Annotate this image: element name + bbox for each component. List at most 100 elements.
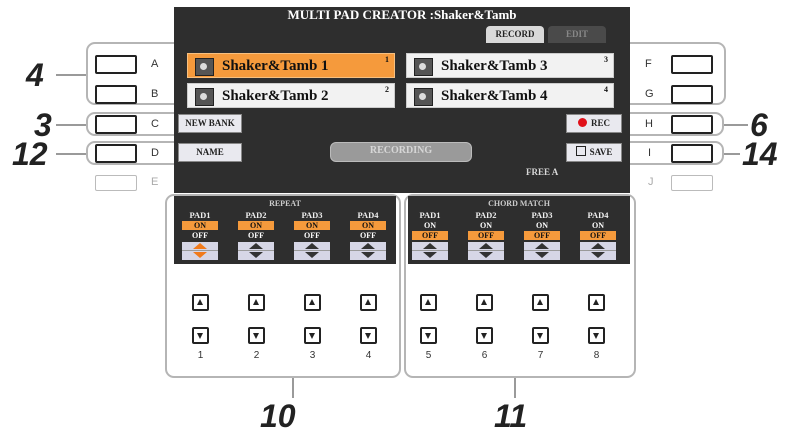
on-option[interactable]: ON	[350, 221, 386, 230]
updown-arrows-icon[interactable]	[468, 242, 504, 260]
on-option[interactable]: ON	[524, 221, 560, 230]
pad-number: 2	[385, 85, 389, 94]
pad-label: PAD1	[419, 210, 441, 220]
panel-button-c[interactable]	[95, 115, 137, 134]
callout-11-line	[514, 378, 516, 398]
panel-button-f[interactable]	[671, 55, 713, 74]
off-option[interactable]: OFF	[350, 231, 386, 240]
up-button-4[interactable]	[360, 294, 377, 311]
pad-slot-2[interactable]: Shaker&Tamb 2 2	[187, 83, 395, 108]
tab-record[interactable]: RECORD	[486, 26, 544, 43]
pad-icon	[414, 58, 433, 76]
column-number-7: 7	[537, 350, 544, 361]
pad-icon	[195, 58, 214, 76]
down-button-4[interactable]	[360, 327, 377, 344]
panel-button-b[interactable]	[95, 85, 137, 104]
recording-status: RECORDING	[330, 142, 472, 162]
pad-label: PAD4	[357, 210, 379, 220]
callout-10-line	[292, 378, 294, 398]
callout-3-line	[56, 124, 86, 126]
panel-button-g[interactable]	[671, 85, 713, 104]
panel-button-i[interactable]	[671, 144, 713, 163]
pad-icon	[195, 88, 214, 106]
name-button[interactable]: NAME	[178, 143, 242, 162]
updown-arrows-icon[interactable]	[294, 242, 330, 260]
down-button-3[interactable]	[304, 327, 321, 344]
panel-button-d[interactable]	[95, 144, 137, 163]
updown-arrows-icon[interactable]	[524, 242, 560, 260]
off-option[interactable]: OFF	[524, 231, 560, 240]
callout-4: 4	[26, 57, 44, 93]
up-button-2[interactable]	[248, 294, 265, 311]
save-label: SAVE	[589, 147, 613, 157]
panel-button-e[interactable]	[95, 175, 137, 191]
save-button[interactable]: SAVE	[566, 143, 622, 162]
rec-button[interactable]: REC	[566, 114, 622, 133]
up-button-5[interactable]	[420, 294, 437, 311]
pad-label: PAD2	[475, 210, 497, 220]
pad-name: Shaker&Tamb 4	[441, 88, 548, 104]
off-option[interactable]: OFF	[412, 231, 448, 240]
up-button-8[interactable]	[588, 294, 605, 311]
screen-title: MULTI PAD CREATOR :Shaker&Tamb	[287, 7, 517, 22]
lcd-screen: MULTI PAD CREATOR :Shaker&Tamb RECORD ED…	[174, 7, 630, 193]
repeat-heading: REPEAT	[269, 199, 301, 208]
up-button-3[interactable]	[304, 294, 321, 311]
on-option[interactable]: ON	[580, 221, 616, 230]
updown-arrows-icon[interactable]	[182, 242, 218, 260]
down-button-2[interactable]	[248, 327, 265, 344]
panel-label-g: G	[645, 88, 654, 100]
column-number-1: 1	[197, 350, 204, 361]
panel-button-j[interactable]	[671, 175, 713, 191]
off-option[interactable]: OFF	[580, 231, 616, 240]
record-dot-icon	[577, 118, 587, 127]
panel-label-b: B	[151, 88, 159, 100]
on-option[interactable]: ON	[294, 221, 330, 230]
pad-label: PAD4	[587, 210, 609, 220]
chord-match-heading: CHORD MATCH	[488, 199, 550, 208]
up-button-7[interactable]	[532, 294, 549, 311]
pad-slot-3[interactable]: Shaker&Tamb 3 3	[406, 53, 614, 78]
down-button-1[interactable]	[192, 327, 209, 344]
pad-number: 4	[604, 85, 608, 94]
tab-edit[interactable]: EDIT	[548, 26, 606, 43]
off-option[interactable]: OFF	[468, 231, 504, 240]
down-button-8[interactable]	[588, 327, 605, 344]
panel-label-e: E	[151, 176, 159, 188]
panel-label-f: F	[645, 58, 652, 70]
column-number-6: 6	[481, 350, 488, 361]
pad-number: 3	[604, 55, 608, 64]
pad-name: Shaker&Tamb 2	[222, 88, 329, 104]
panel-label-a: A	[151, 58, 159, 70]
on-option[interactable]: ON	[238, 221, 274, 230]
down-button-5[interactable]	[420, 327, 437, 344]
off-option[interactable]: OFF	[294, 231, 330, 240]
panel-label-j: J	[648, 176, 654, 188]
down-button-7[interactable]	[532, 327, 549, 344]
column-number-5: 5	[425, 350, 432, 361]
callout-11: 11	[494, 398, 528, 434]
panel-button-a[interactable]	[95, 55, 137, 74]
on-option[interactable]: ON	[468, 221, 504, 230]
new-bank-button[interactable]: NEW BANK	[178, 114, 242, 133]
on-option[interactable]: ON	[412, 221, 448, 230]
down-button-6[interactable]	[476, 327, 493, 344]
up-button-1[interactable]	[192, 294, 209, 311]
floppy-disk-icon	[575, 146, 586, 156]
on-option[interactable]: ON	[182, 221, 218, 230]
panel-label-h: H	[645, 118, 653, 130]
column-number-3: 3	[309, 350, 316, 361]
off-option[interactable]: OFF	[238, 231, 274, 240]
updown-arrows-icon[interactable]	[350, 242, 386, 260]
updown-arrows-icon[interactable]	[238, 242, 274, 260]
pad-slot-1[interactable]: Shaker&Tamb 1 1	[187, 53, 395, 78]
updown-arrows-icon[interactable]	[580, 242, 616, 260]
pad-label: PAD3	[531, 210, 553, 220]
panel-button-h[interactable]	[671, 115, 713, 134]
up-button-6[interactable]	[476, 294, 493, 311]
off-option[interactable]: OFF	[182, 231, 218, 240]
pad-name: Shaker&Tamb 3	[441, 58, 548, 74]
pad-slot-4[interactable]: Shaker&Tamb 4 4	[406, 83, 614, 108]
updown-arrows-icon[interactable]	[412, 242, 448, 260]
column-number-8: 8	[593, 350, 600, 361]
